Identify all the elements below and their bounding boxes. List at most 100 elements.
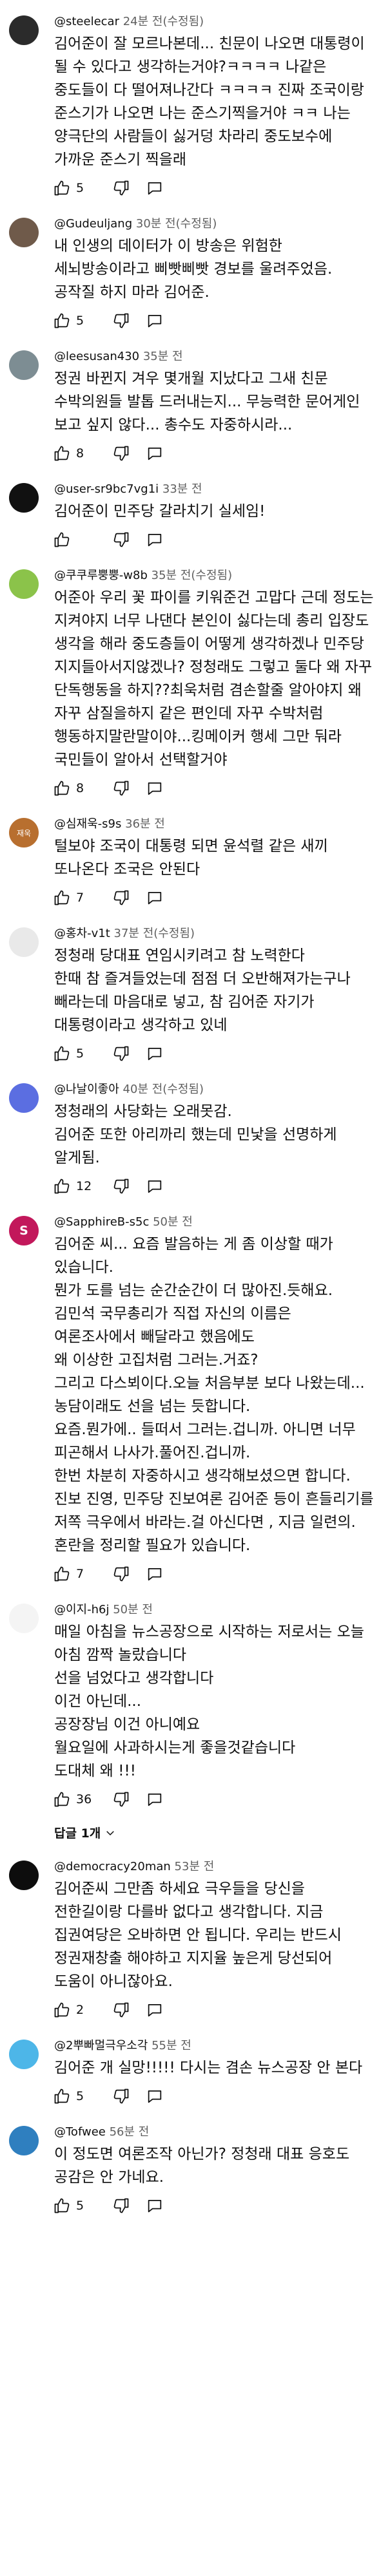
dislike-button[interactable] [112,1045,130,1063]
comment-author[interactable]: @이지-h6j [54,1603,109,1616]
comment-author[interactable]: @쿠쿠루뿡뿡-w8b [54,569,148,582]
comment-author[interactable]: @leesusan430 [54,350,139,363]
dislike-button[interactable] [112,444,130,462]
like-button[interactable] [53,531,71,549]
comment-author[interactable]: @user-sr9bc7vg1i [54,482,159,496]
reply-button[interactable] [130,2001,164,2019]
like-button[interactable] [53,179,71,197]
like-button[interactable] [53,1045,71,1063]
dislike-button[interactable] [112,531,130,549]
like-button[interactable] [53,1565,71,1583]
comment-author[interactable]: @심재욱-s9s [54,817,121,831]
like-button[interactable] [53,312,71,330]
comment-time: 40분 전(수정됨) [122,1083,204,1096]
avatar[interactable] [9,1861,39,1890]
avatar[interactable] [9,2126,39,2155]
dislike-button[interactable] [112,179,130,197]
avatar[interactable] [9,1083,39,1113]
comment-header: @steelecar 24분 전(수정됨) [54,14,375,30]
like-count: 5 [76,2089,84,2103]
reply-button[interactable] [130,312,164,330]
comment: @Tofwee 56분 전 이 정도면 여론조작 아닌가? 정청래 대표 응호도… [0,2110,390,2220]
dislike-button[interactable] [112,2087,130,2105]
dislike-button[interactable] [112,1790,130,1808]
avatar[interactable]: 재욱 [9,818,39,848]
replies-toggle[interactable]: 답글 1개 [48,1820,122,1845]
thumbs-up-icon [54,890,70,905]
avatar[interactable] [9,350,39,380]
comment-author[interactable]: @홍차-v1t [54,927,110,940]
dislike-button[interactable] [112,1177,130,1195]
like-button[interactable] [53,444,71,462]
reply-icon [148,891,162,905]
reply-icon [148,782,162,795]
thumbs-down-icon [113,890,129,905]
like-button[interactable] [53,1177,71,1195]
dislike-button[interactable] [112,312,130,330]
comment-time: 56분 전 [109,2125,150,2139]
reply-button[interactable] [130,1790,164,1808]
like-button[interactable] [53,779,71,797]
reply-button[interactable] [130,1565,164,1583]
comment-actions: 8 [53,774,375,802]
dislike-button[interactable] [112,2197,130,2215]
like-button[interactable] [53,889,71,907]
dislike-button[interactable] [112,889,130,907]
dislike-button[interactable] [112,2001,130,2019]
comment: @홍차-v1t 37분 전(수정됨) 정청래 당대표 연임시키려고 참 노력한다… [0,912,390,1068]
comment-actions: 5 [53,307,375,335]
comment-time: 36분 전 [125,817,165,831]
reply-button[interactable] [130,444,164,462]
like-button[interactable] [53,2001,71,2019]
avatar[interactable] [9,15,39,45]
comment-author[interactable]: @Gudeuljang [54,217,132,231]
comment-actions: 5 [53,174,375,202]
avatar[interactable] [9,483,39,513]
reply-button[interactable] [130,531,164,549]
comment: @나날이좋아 40분 전(수정됨) 정청래의 사당화는 오래못감. 김어준 또한… [0,1068,390,1200]
comment: @Gudeuljang 30분 전(수정됨) 내 인생의 데이터가 이 방송은 … [0,202,390,335]
avatar[interactable] [9,2040,39,2069]
reply-button[interactable] [130,1045,164,1063]
avatar[interactable] [9,218,39,247]
reply-button[interactable] [130,889,164,907]
reply-icon [148,2003,162,2017]
thumbs-down-icon [113,180,129,196]
avatar[interactable] [9,927,39,957]
reply-icon [148,314,162,328]
thumbs-down-icon [113,2002,129,2018]
comment-author[interactable]: @Tofwee [54,2125,106,2139]
reply-button[interactable] [130,2197,164,2215]
thumbs-down-icon [113,1046,129,1061]
like-count: 36 [76,1792,92,1806]
comment-author[interactable]: @steelecar [54,15,119,28]
reply-button[interactable] [130,1177,164,1195]
like-button[interactable] [53,2087,71,2105]
comment-author[interactable]: @2뿌빠멀극우소각 [54,2039,148,2052]
comment-author[interactable]: @SapphireB-s5c [54,1215,149,1229]
reply-icon [148,533,162,547]
avatar[interactable]: S [9,1216,39,1245]
comment-header: @Tofwee 56분 전 [54,2125,375,2140]
comment-text: 정권 바뀐지 겨우 몇개월 지났다고 그새 친문 수박의원들 발톱 드러내는지.… [54,370,360,433]
comment-author[interactable]: @나날이좋아 [54,1083,119,1096]
comment-author[interactable]: @democracy20man [54,1860,171,1873]
reply-button[interactable] [130,179,164,197]
like-button[interactable] [53,2197,71,2215]
like-count: 12 [76,1179,92,1193]
thumbs-down-icon [113,2088,129,2104]
comment-text: 김어준 개 실망!!!!! 다시는 겸손 뉴스공장 안 본다 [54,2060,363,2076]
avatar[interactable] [9,1604,39,1633]
reply-button[interactable] [130,2087,164,2105]
like-button[interactable] [53,1790,71,1808]
like-count: 5 [76,2199,84,2213]
dislike-button[interactable] [112,779,130,797]
like-count: 7 [76,891,84,905]
avatar[interactable] [9,569,39,599]
thumbs-up-icon [54,2088,70,2104]
dislike-button[interactable] [112,1565,130,1583]
reply-icon [148,1793,162,1806]
reply-button[interactable] [130,779,164,797]
comment-text: 정청래의 사당화는 오래못감. 김어준 또한 아리까리 했는데 민낯을 선명하게… [54,1103,337,1166]
like-count: 5 [76,1046,84,1061]
